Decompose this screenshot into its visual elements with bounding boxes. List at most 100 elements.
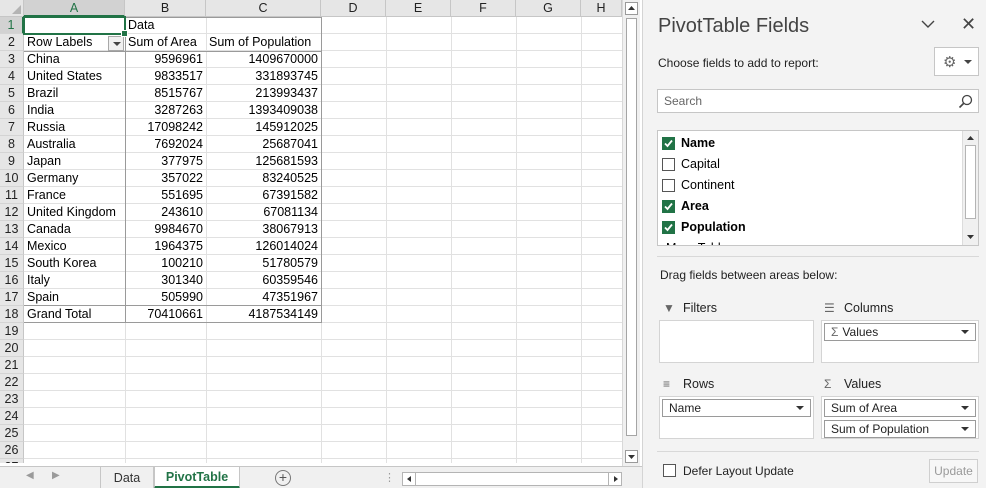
tab-data[interactable]: Data bbox=[100, 467, 154, 488]
pivot-row-area[interactable]: 7692024 bbox=[125, 136, 206, 153]
pivot-row-area[interactable]: 377975 bbox=[125, 153, 206, 170]
worksheet-grid[interactable]: ABCDEFGH 1 2 3 4 5 6 7 8 9 10 11 12 13 14 15 16 17 18 19 20… bbox=[0, 0, 622, 463]
pivot-row-area[interactable]: 505990 bbox=[125, 289, 206, 306]
pivot-row-population[interactable]: 83240525 bbox=[206, 170, 321, 187]
pivot-row-population[interactable]: 67081134 bbox=[206, 204, 321, 221]
search-icon[interactable] bbox=[958, 94, 973, 112]
add-sheet-icon[interactable]: + bbox=[275, 470, 291, 486]
values-drop-area[interactable]: Sum of Area Sum of Population bbox=[821, 396, 979, 439]
pivot-row-area[interactable]: 17098242 bbox=[125, 119, 206, 136]
active-cell-a1[interactable] bbox=[23, 16, 128, 37]
pivot-row-population[interactable]: 331893745 bbox=[206, 68, 321, 85]
pivot-row-label[interactable]: Spain bbox=[24, 289, 125, 306]
field-checkbox[interactable] bbox=[662, 137, 675, 150]
tab-nav-prev-icon[interactable]: ◀ bbox=[26, 470, 34, 481]
column-header-f[interactable]: F bbox=[451, 0, 516, 17]
list-scroll-up-icon[interactable] bbox=[965, 133, 976, 144]
pivot-row-label[interactable]: Italy bbox=[24, 272, 125, 289]
row-header-1[interactable]: 1 bbox=[0, 17, 24, 34]
pivot-row-area[interactable]: 9596961 bbox=[125, 51, 206, 68]
column-header-b[interactable]: B bbox=[125, 0, 206, 17]
pivot-row-label[interactable]: Japan bbox=[24, 153, 125, 170]
pivot-row-population[interactable]: 67391582 bbox=[206, 187, 321, 204]
pivot-row-population[interactable]: 38067913 bbox=[206, 221, 321, 238]
row-header-16[interactable]: 16 bbox=[0, 272, 24, 289]
row-header-10[interactable]: 10 bbox=[0, 170, 24, 187]
horizontal-scrollbar[interactable] bbox=[402, 472, 622, 486]
pivot-row-population[interactable]: 213993437 bbox=[206, 85, 321, 102]
row-header-24[interactable]: 24 bbox=[0, 408, 24, 425]
pivot-row-area[interactable]: 8515767 bbox=[125, 85, 206, 102]
pivot-row-label[interactable]: India bbox=[24, 102, 125, 119]
row-header-15[interactable]: 15 bbox=[0, 255, 24, 272]
select-all-corner[interactable] bbox=[0, 0, 24, 17]
values-chip-sum-of-area[interactable]: Sum of Area bbox=[824, 399, 976, 417]
column-header-a[interactable]: A bbox=[24, 0, 125, 17]
chevron-down-icon[interactable] bbox=[961, 406, 969, 410]
pivot-row-area[interactable]: 551695 bbox=[125, 187, 206, 204]
field-list-scroll-thumb[interactable] bbox=[965, 145, 976, 219]
field-checkbox[interactable] bbox=[662, 200, 675, 213]
row-labels-filter-dropdown[interactable] bbox=[108, 36, 124, 51]
list-scroll-down-icon[interactable] bbox=[965, 231, 976, 242]
row-header-7[interactable]: 7 bbox=[0, 119, 24, 136]
pivot-row-area[interactable]: 9833517 bbox=[125, 68, 206, 85]
pivot-row-population[interactable]: 125681593 bbox=[206, 153, 321, 170]
scroll-right-arrow-icon[interactable] bbox=[608, 473, 621, 485]
values-chip-sum-of-population[interactable]: Sum of Population bbox=[824, 420, 976, 438]
scroll-up-arrow-icon[interactable] bbox=[625, 2, 638, 15]
pivot-row-population[interactable]: 1409670000 bbox=[206, 51, 321, 68]
pivot-row-label[interactable]: United Kingdom bbox=[24, 204, 125, 221]
row-header-26[interactable]: 26 bbox=[0, 442, 24, 459]
pivot-row-population[interactable]: 126014024 bbox=[206, 238, 321, 255]
field-list[interactable]: Name Capital Continent Area Population More T… bbox=[657, 130, 979, 246]
row-header-19[interactable]: 19 bbox=[0, 323, 24, 340]
pivot-row-population[interactable]: 1393409038 bbox=[206, 102, 321, 119]
row-header-20[interactable]: 20 bbox=[0, 340, 24, 357]
pivot-row-label[interactable]: South Korea bbox=[24, 255, 125, 272]
row-header-17[interactable]: 17 bbox=[0, 289, 24, 306]
row-header-14[interactable]: 14 bbox=[0, 238, 24, 255]
pivot-row-label[interactable]: Mexico bbox=[24, 238, 125, 255]
pivot-row-area[interactable]: 3287263 bbox=[125, 102, 206, 119]
pivot-row-label[interactable]: Brazil bbox=[24, 85, 125, 102]
pane-options-chevron-icon[interactable] bbox=[921, 18, 935, 30]
filters-drop-area[interactable] bbox=[659, 320, 814, 363]
pivot-row-label[interactable]: United States bbox=[24, 68, 125, 85]
pivot-row-area[interactable]: 357022 bbox=[125, 170, 206, 187]
pivot-value-header-population[interactable]: Sum of Population bbox=[206, 34, 321, 51]
pivot-row-label[interactable]: Germany bbox=[24, 170, 125, 187]
row-header-25[interactable]: 25 bbox=[0, 425, 24, 442]
columns-drop-area[interactable]: Σ Values bbox=[821, 320, 979, 363]
pivot-row-population[interactable]: 60359546 bbox=[206, 272, 321, 289]
row-header-6[interactable]: 6 bbox=[0, 102, 24, 119]
scroll-down-arrow-icon[interactable] bbox=[625, 450, 638, 463]
pivot-row-population[interactable]: 145912025 bbox=[206, 119, 321, 136]
pivot-row-area[interactable]: 301340 bbox=[125, 272, 206, 289]
row-header-4[interactable]: 4 bbox=[0, 68, 24, 85]
pivot-row-area[interactable]: 9984670 bbox=[125, 221, 206, 238]
row-header-18[interactable]: 18 bbox=[0, 306, 24, 323]
pivot-row-labels-header[interactable]: Row Labels bbox=[24, 34, 108, 51]
row-header-5[interactable]: 5 bbox=[0, 85, 24, 102]
column-header-g[interactable]: G bbox=[516, 0, 581, 17]
pivot-row-population[interactable]: 47351967 bbox=[206, 289, 321, 306]
row-header-27[interactable]: 27 bbox=[0, 459, 24, 463]
pivot-row-label[interactable]: France bbox=[24, 187, 125, 204]
pivot-grand-total-population[interactable]: 4187534149 bbox=[206, 306, 321, 323]
column-header-e[interactable]: E bbox=[386, 0, 451, 17]
field-list-scrollbar[interactable] bbox=[962, 131, 978, 245]
pivot-row-area[interactable]: 1964375 bbox=[125, 238, 206, 255]
tab-nav-next-icon[interactable]: ▶ bbox=[52, 470, 60, 481]
field-checkbox[interactable] bbox=[662, 179, 675, 192]
row-header-2[interactable]: 2 bbox=[0, 34, 24, 51]
rows-chip-name[interactable]: Name bbox=[662, 399, 811, 417]
defer-layout-checkbox[interactable] bbox=[663, 464, 676, 477]
pivot-row-label[interactable]: China bbox=[24, 51, 125, 68]
row-header-8[interactable]: 8 bbox=[0, 136, 24, 153]
chevron-down-icon[interactable] bbox=[961, 330, 969, 334]
row-header-22[interactable]: 22 bbox=[0, 374, 24, 391]
row-header-21[interactable]: 21 bbox=[0, 357, 24, 374]
pivot-value-header-area[interactable]: Sum of Area bbox=[125, 34, 206, 51]
pivot-row-population[interactable]: 25687041 bbox=[206, 136, 321, 153]
